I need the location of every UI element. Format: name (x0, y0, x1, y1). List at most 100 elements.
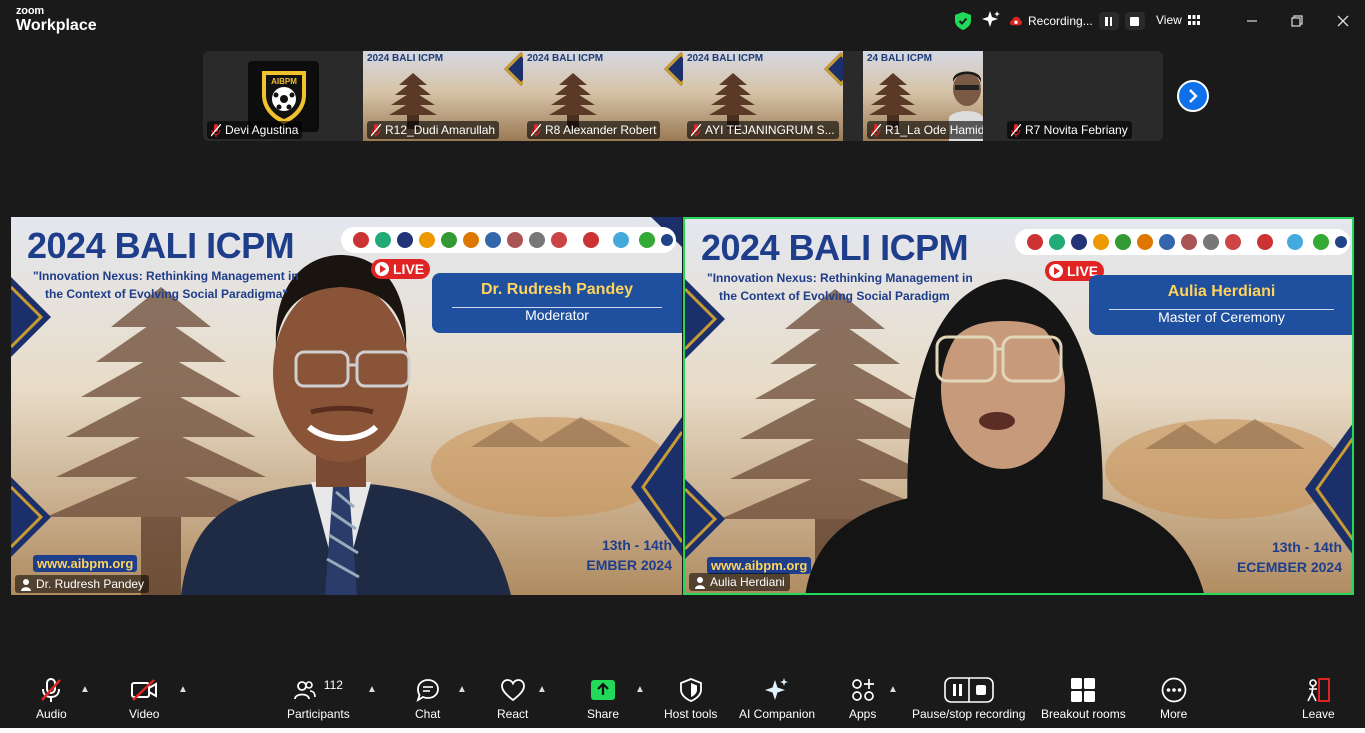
banner-title: 2024 BALI ICPM (701, 227, 969, 268)
pause-recording-button[interactable] (1098, 12, 1119, 30)
video-tile-rudresh-pandey[interactable]: 2024 BALI ICPM "Innovation Nexus: Rethin… (11, 217, 682, 595)
next-page-button[interactable] (1177, 80, 1209, 112)
theme-line: the Context of Evolving Social Paradigma… (45, 287, 289, 301)
minimize-icon[interactable] (1242, 11, 1262, 31)
audio-options-caret-icon[interactable]: ▲ (80, 684, 90, 695)
encryption-shield-icon[interactable] (955, 12, 971, 30)
heart-icon (500, 679, 525, 702)
video-options-caret-icon[interactable]: ▲ (178, 684, 188, 695)
view-button[interactable]: View (1156, 13, 1200, 27)
thumbnail-tile[interactable]: 2024 BALI ICPM R8 Alexander Robert (523, 51, 683, 141)
breakout-rooms-label: Breakout rooms (1041, 707, 1126, 721)
conference-theme: "Innovation Nexus: Rethinking Management… (33, 267, 299, 303)
breakout-rooms-button[interactable]: Breakout rooms (1041, 676, 1126, 721)
view-label: View (1156, 13, 1182, 27)
audio-label: Audio (36, 707, 67, 721)
speaker-role: Moderator (525, 307, 589, 323)
leave-button[interactable]: Leave (1302, 676, 1335, 721)
apps-button[interactable]: Apps (849, 676, 876, 721)
thumbnail-tile[interactable]: 2024 BALI ICPM R12_Dudi Amarullah (363, 51, 523, 141)
chevron-right-icon (1189, 89, 1198, 103)
muted-mic-icon (531, 123, 541, 137)
pause-stop-recording-button[interactable]: Pause/stop recording (912, 676, 1025, 721)
more-button[interactable]: More (1160, 676, 1187, 721)
banner-title: 2024 BALI ICPM (27, 225, 295, 266)
restore-icon[interactable] (1287, 11, 1307, 31)
thumbnail-tile[interactable]: AIBPM Devi Agustina (203, 51, 363, 141)
muted-mic-icon (691, 123, 701, 137)
ai-companion-button[interactable]: AI Companion (739, 676, 815, 721)
chat-button[interactable]: Chat (415, 676, 440, 721)
host-tools-button[interactable]: Host tools (664, 676, 717, 721)
host-tools-shield-icon (679, 678, 702, 702)
breakout-rooms-icon (1071, 678, 1096, 702)
share-screen-icon (591, 680, 616, 700)
pagoda-image (549, 73, 597, 129)
share-button[interactable]: Share (587, 676, 619, 721)
banner-title: 2024 BALI ICPM (687, 53, 764, 64)
website-label: www.aibpm.org (33, 555, 138, 572)
video-tile-aulia-herdiani[interactable]: 2024 BALI ICPM "Innovation Nexus: Rethin… (683, 217, 1354, 595)
recording-label: Recording... (1028, 14, 1093, 28)
participants-button[interactable]: 112 Participants (287, 676, 350, 721)
participant-name: Dr. Rudresh Pandey (36, 577, 145, 591)
event-date: 13th - 14th EMBER 2024 (586, 537, 672, 573)
muted-mic-icon (41, 678, 62, 702)
banner-title: 2024 BALI ICPM (527, 53, 604, 64)
participants-options-caret-icon[interactable]: ▲ (367, 684, 377, 695)
tile-name-label: Dr. Rudresh Pandey (15, 575, 150, 593)
audio-button[interactable]: Audio (36, 676, 67, 721)
chat-options-caret-icon[interactable]: ▲ (457, 684, 467, 695)
recording-indicator[interactable]: Recording... (1010, 12, 1145, 30)
participant-name: AYI TEJANINGRUM S... (705, 123, 835, 137)
participant-name: R7 Novita Febriany (1025, 123, 1128, 137)
chat-label: Chat (415, 707, 441, 721)
speaker-role: Master of Ceremony (1158, 309, 1285, 325)
more-options-icon (1161, 677, 1187, 703)
share-options-caret-icon[interactable]: ▲ (635, 684, 645, 695)
participants-icon (293, 681, 316, 700)
logo-text: AIBPM (271, 77, 297, 86)
zoom-meeting-window: zoom Workplace Recording... View AIBPM D… (0, 0, 1365, 733)
event-date: 13th - 14th ECEMBER 2024 (1236, 539, 1342, 575)
apps-label: Apps (849, 707, 877, 721)
close-icon[interactable] (1333, 11, 1353, 31)
thumbnail-tile[interactable]: R7 Novita Febriany (1003, 51, 1163, 141)
video-off-icon (131, 679, 158, 701)
video-button[interactable]: Video (129, 676, 159, 721)
grid-view-icon (1187, 15, 1200, 25)
brand-bottom: Workplace (16, 17, 97, 34)
leave-label: Leave (1302, 707, 1335, 721)
theme-line: "Innovation Nexus: Rethinking Management… (33, 269, 299, 283)
participants-count: 112 (323, 678, 343, 692)
thumbnail-tile[interactable]: 24 BALI ICPM R1_La Ode Hamida (863, 51, 983, 141)
pause-stop-recording-icon (943, 677, 994, 703)
thumbnail-name-label: AYI TEJANINGRUM S... (687, 121, 839, 139)
tile-name-label: Aulia Herdiani (689, 573, 790, 591)
theme-line: "Innovation Nexus: Rethinking Management… (707, 271, 973, 285)
live-badge: LIVE (371, 259, 431, 279)
pagoda-image (389, 73, 437, 129)
meeting-toolbar: Audio ▲ Video ▲ 112 Participants ▲ Chat … (0, 668, 1365, 728)
pagoda-image (709, 73, 757, 129)
brand-top: zoom (16, 5, 44, 17)
leave-door-icon (1307, 678, 1331, 702)
play-icon (1049, 264, 1063, 278)
co-host-icon (21, 578, 31, 591)
react-button[interactable]: React (497, 676, 528, 721)
more-label: More (1160, 707, 1188, 721)
muted-mic-icon (211, 123, 221, 137)
thumbnail-name-label: Devi Agustina (207, 121, 303, 139)
play-icon (375, 262, 389, 276)
apps-options-caret-icon[interactable]: ▲ (888, 684, 898, 695)
speaker-name-card: Dr. Rudresh Pandey Moderator (432, 273, 682, 333)
react-options-caret-icon[interactable]: ▲ (537, 684, 547, 695)
speaker-name: Aulia Herdiani (1167, 283, 1276, 300)
muted-mic-icon (1011, 123, 1021, 137)
taskbar-edge (0, 728, 1365, 733)
live-label: LIVE (393, 261, 425, 277)
thumbnail-tile[interactable]: 2024 BALI ICPM AYI TEJANINGRUM S... (683, 51, 843, 141)
aibpm-shield-icon: AIBPM (261, 70, 306, 124)
ai-companion-sparkle-icon[interactable] (981, 10, 1001, 30)
stop-recording-button[interactable] (1124, 12, 1145, 30)
